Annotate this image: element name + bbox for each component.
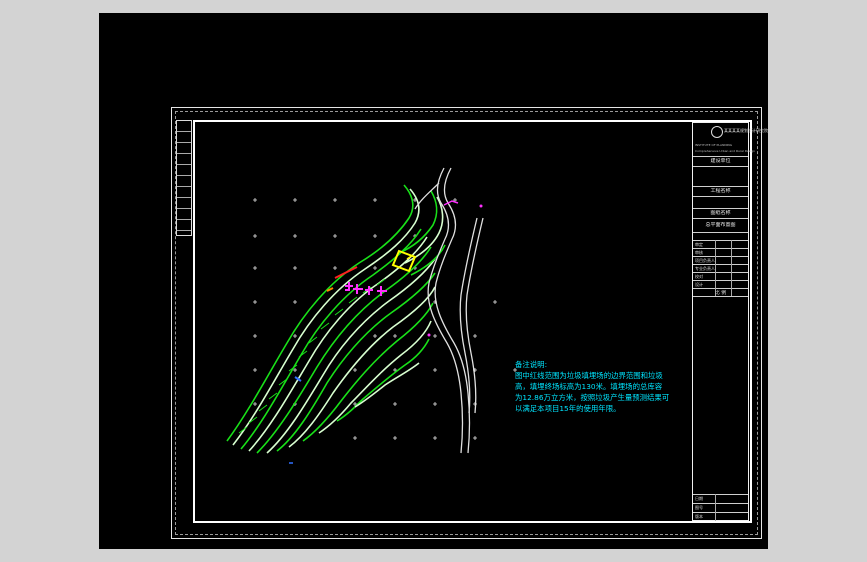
contour-lines [226, 184, 446, 454]
cad-viewport[interactable]: 某某某某规划设计研究院 INSTITUTE OF PLANNING Compre… [99, 13, 768, 549]
roads [414, 167, 484, 454]
site-plan-drawing [226, 167, 517, 464]
notes-line-2: 高，填埋终场标高为130米。填埋场的总库容 [515, 382, 663, 391]
grid-crosses [253, 198, 517, 440]
notes-line-3: 为12.86万立方米，按照垃圾产生量预测结果可 [515, 393, 670, 402]
notes-line-4: 以满足本项目15年的使用年限。 [515, 404, 621, 413]
notes-line-1: 图中红线范围为垃圾填埋场的边界范围和垃圾 [515, 371, 663, 380]
design-notes: 备注说明: 图中红线范围为垃圾填埋场的边界范围和垃圾 高，填埋终场标高为130米… [515, 359, 685, 414]
notes-heading: 备注说明: [515, 360, 548, 369]
